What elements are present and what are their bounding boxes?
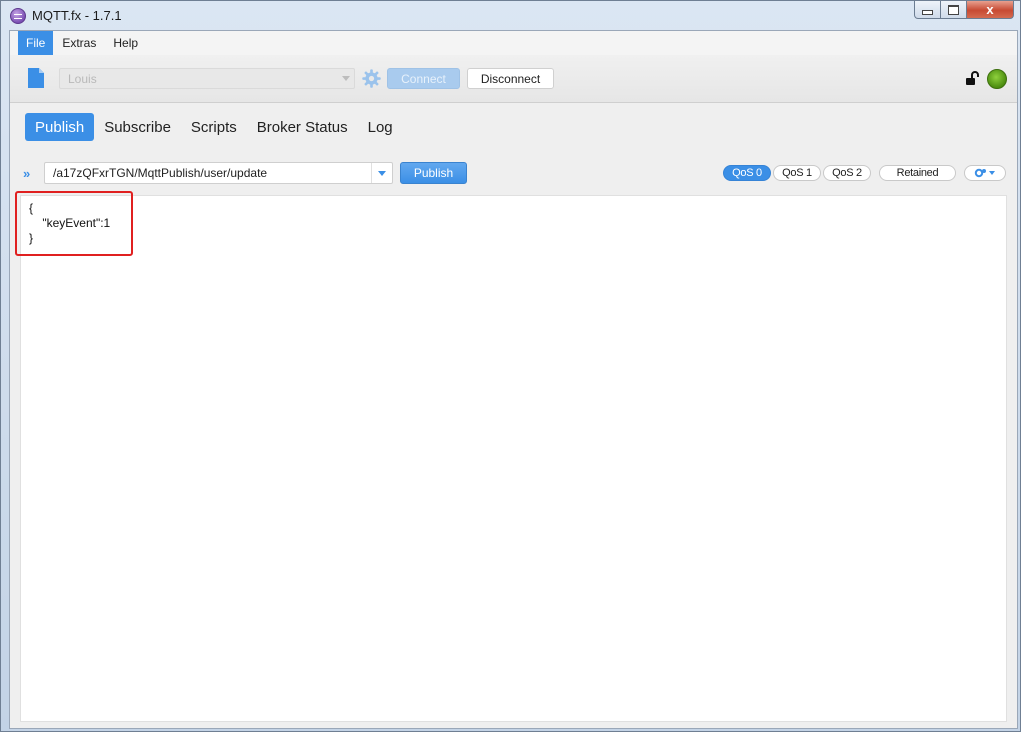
settings-dropdown-icon <box>974 168 995 178</box>
retained-toggle[interactable]: Retained <box>879 165 956 181</box>
topic-input[interactable] <box>45 163 371 183</box>
close-button[interactable]: x <box>967 1 1014 19</box>
payload-highlight-box <box>15 191 133 256</box>
connect-button[interactable]: Connect <box>387 68 460 89</box>
tab-log[interactable]: Log <box>358 113 403 141</box>
tab-scripts[interactable]: Scripts <box>181 113 247 141</box>
expand-icon[interactable]: » <box>23 166 30 181</box>
unlock-icon <box>966 71 979 85</box>
payload-editor[interactable]: { "keyEvent":1} <box>20 195 1007 722</box>
maximize-icon <box>948 4 959 15</box>
disconnect-button[interactable]: Disconnect <box>467 68 554 89</box>
qos0-toggle[interactable]: QoS 0 <box>723 165 771 181</box>
connection-profile-select[interactable]: Louis <box>59 68 355 89</box>
qos1-toggle[interactable]: QoS 1 <box>773 165 821 181</box>
close-icon: x <box>986 2 994 17</box>
window-controls: x <box>914 1 1014 19</box>
qos2-toggle[interactable]: QoS 2 <box>823 165 871 181</box>
chevron-down-icon <box>342 76 350 81</box>
publish-bar: » Publish QoS 0 QoS 1 QoS 2 Retained <box>10 161 1017 186</box>
publish-options-button[interactable] <box>964 165 1006 181</box>
tab-broker-status[interactable]: Broker Status <box>247 113 358 141</box>
menu-extras[interactable]: Extras <box>54 31 104 55</box>
topic-combobox[interactable] <box>44 162 393 184</box>
profile-select-value: Louis <box>68 71 97 86</box>
maximize-button[interactable] <box>941 1 967 19</box>
menu-help[interactable]: Help <box>105 31 146 55</box>
window-title: MQTT.fx - 1.7.1 <box>32 7 122 23</box>
title-bar: MQTT.fx - 1.7.1 x <box>1 1 1020 29</box>
connection-status-indicator <box>987 69 1007 89</box>
app-window: MQTT.fx - 1.7.1 x File Extras Help Louis… <box>0 0 1021 732</box>
qos-selector: QoS 0 QoS 1 QoS 2 <box>723 165 873 181</box>
minimize-button[interactable] <box>914 1 941 19</box>
publish-button[interactable]: Publish <box>400 162 467 184</box>
menu-bar: File Extras Help <box>10 31 1017 55</box>
edit-profile-icon[interactable] <box>27 67 45 89</box>
topic-dropdown-icon[interactable] <box>371 163 392 183</box>
menu-file[interactable]: File <box>18 31 54 55</box>
tab-publish[interactable]: Publish <box>25 113 95 141</box>
minimize-icon <box>922 10 933 15</box>
main-tabs: Publish Subscribe Scripts Broker Status … <box>25 113 403 141</box>
tab-subscribe[interactable]: Subscribe <box>94 113 181 141</box>
connection-toolbar: Louis Connect Disconnect <box>10 55 1017 103</box>
mqttfx-app-icon <box>10 8 26 24</box>
gear-icon[interactable] <box>361 68 382 89</box>
client-area: File Extras Help Louis Connect Disconnec… <box>9 30 1018 729</box>
